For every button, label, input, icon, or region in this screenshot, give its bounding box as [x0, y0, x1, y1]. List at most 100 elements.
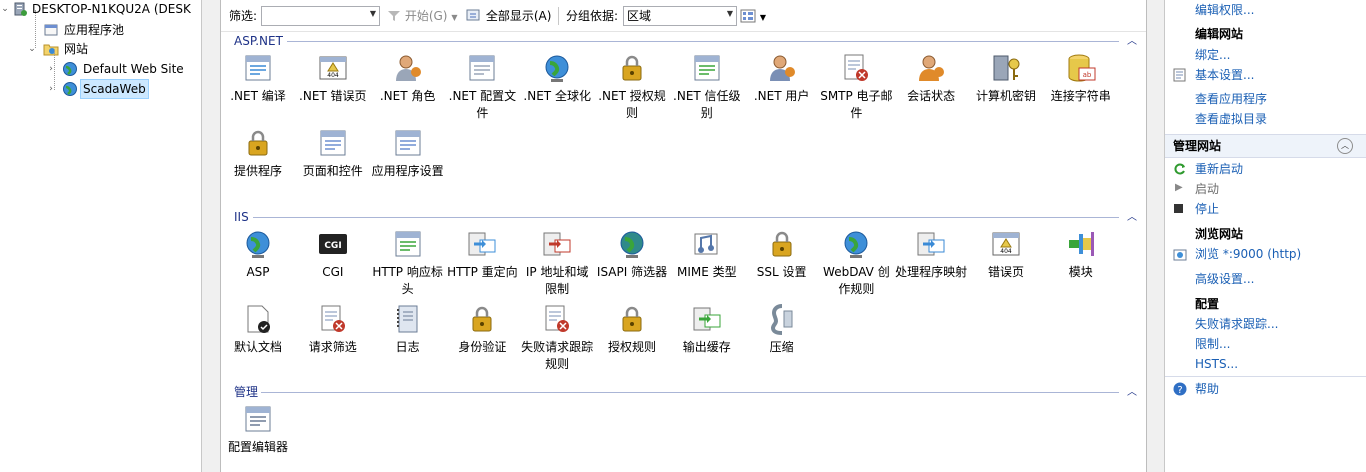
failed-trace-link[interactable]: 失败请求跟踪... [1195, 314, 1278, 334]
connections-tree: ⌄ DESKTOP-N1KQU2A (DESK 应用程序池 ⌄ 网站 › Def… [0, 0, 202, 472]
feature-asp[interactable]: ASP [221, 228, 295, 306]
feature-handlers[interactable]: 处理程序映射 [894, 228, 968, 306]
feature-session[interactable]: 会话状态 [894, 52, 968, 130]
filter-combo[interactable]: ▼ [261, 6, 380, 26]
manage-site-header[interactable]: 管理网站 ︿ [1165, 134, 1366, 158]
feature-trust[interactable]: .NET 信任级别 [670, 52, 744, 130]
feature-label: 提供程序 [233, 164, 282, 178]
feature-redirect[interactable]: HTTP 重定向 [445, 228, 519, 306]
feature-profile[interactable]: .NET 配置文件 [445, 52, 519, 130]
advanced-settings-link[interactable]: 高级设置... [1195, 269, 1254, 289]
feature-label: 授权规则 [607, 340, 656, 354]
edit-permissions-link[interactable]: 编辑权限... [1195, 0, 1254, 20]
hsts-link[interactable]: HSTS... [1195, 354, 1238, 374]
feature-label: ASP [246, 265, 270, 279]
feature-users[interactable]: .NET 用户 [745, 52, 819, 130]
feature-reqfilter[interactable]: 请求筛选 [296, 303, 370, 381]
view-virtual-dirs-link[interactable]: 查看虚拟目录 [1195, 109, 1267, 129]
section-title: ASP.NET [234, 34, 283, 48]
feature-modules[interactable]: 模块 [1044, 228, 1118, 306]
feature-smtp[interactable]: SMTP 电子邮件 [819, 52, 893, 130]
users-icon [769, 55, 795, 81]
feature-connstr[interactable]: ab 连接字符串 [1044, 52, 1118, 130]
feature-iprestrict[interactable]: IP 地址和域限制 [520, 228, 594, 306]
section-collapse-icon[interactable]: ︿ [1127, 208, 1137, 223]
feature-logging[interactable]: 日志 [371, 303, 445, 381]
basic-settings-link[interactable]: 基本设置... [1195, 65, 1254, 85]
roles-icon [395, 55, 421, 81]
feature-label: 请求筛选 [308, 340, 357, 354]
svg-text:CGI: CGI [324, 241, 341, 251]
feature-cgi[interactable]: CGI CGI [296, 228, 370, 306]
feature-pages[interactable]: 页面和控件 [296, 127, 370, 205]
feature-key[interactable]: 计算机密钥 [969, 52, 1043, 130]
feature-mime[interactable]: MIME 类型 [670, 228, 744, 306]
collapse-up-icon[interactable]: ︿ [1337, 138, 1353, 154]
globe-icon [63, 62, 77, 76]
group-by-combo[interactable]: 区域 ▼ [623, 6, 737, 26]
feature-label: SMTP 电子邮件 [820, 89, 893, 120]
feature-label: MIME 类型 [676, 265, 737, 279]
trust-icon [694, 55, 720, 81]
section-header-1[interactable]: IIS ︿ [221, 209, 1146, 225]
feature-ssl[interactable]: SSL 设置 [745, 228, 819, 306]
feature-label: CGI [322, 265, 344, 279]
dropdown-arrow-icon: ▼ [726, 9, 733, 18]
feature-compile[interactable]: .NET 编译 [221, 52, 295, 130]
feature-auth[interactable]: .NET 授权规则 [595, 52, 669, 130]
feature-error404[interactable]: 404 错误页 [969, 228, 1043, 306]
feature-configeditor[interactable]: 配置编辑器 [221, 403, 295, 472]
globe-icon [545, 55, 569, 82]
feature-failedtrace[interactable]: 失败请求跟踪规则 [520, 303, 594, 381]
start-filter-button[interactable]: 开始(G) ▼ [387, 6, 457, 26]
view-mode-button[interactable]: ▼ [740, 6, 766, 26]
limits-link[interactable]: 限制... [1195, 334, 1230, 354]
feature-isapi[interactable]: ISAPI 筛选器 [595, 228, 669, 306]
feature-outputcache[interactable]: 输出缓存 [670, 303, 744, 381]
ssl-icon [772, 231, 792, 257]
feature-error404[interactable]: 404 .NET 错误页 [296, 52, 370, 130]
feature-defaultdoc[interactable]: 默认文档 [221, 303, 295, 381]
view-applications-link[interactable]: 查看应用程序 [1195, 89, 1267, 109]
section-header-0[interactable]: ASP.NET ︿ [221, 33, 1146, 49]
feature-authz[interactable]: 授权规则 [595, 303, 669, 381]
feature-label: 处理程序映射 [895, 265, 968, 279]
feature-label: .NET 授权规则 [598, 89, 666, 120]
feature-label: 日志 [395, 340, 420, 354]
bindings-link[interactable]: 绑定... [1195, 45, 1230, 65]
filter-label: 筛选: [229, 9, 258, 23]
connstr-icon: ab [1068, 54, 1096, 82]
svg-text:?: ? [1177, 385, 1182, 396]
error404-icon: 404 [992, 232, 1020, 256]
feature-headers[interactable]: HTTP 响应标头 [371, 228, 445, 306]
feature-globe[interactable]: .NET 全球化 [520, 52, 594, 130]
stop-link[interactable]: 停止 [1195, 199, 1219, 219]
feature-label: .NET 错误页 [299, 89, 367, 103]
asp-icon [246, 231, 270, 258]
feature-appsettings[interactable]: 应用程序设置 [371, 127, 445, 205]
feature-webdav[interactable]: WebDAV 创作规则 [819, 228, 893, 306]
settings-page-icon [1173, 68, 1186, 82]
dropdown-arrow-icon: ▼ [369, 9, 376, 18]
feature-roles[interactable]: .NET 角色 [371, 52, 445, 130]
server-icon [14, 2, 27, 16]
start-link[interactable]: 启动 [1195, 179, 1219, 199]
section-collapse-icon[interactable]: ︿ [1127, 383, 1137, 398]
restart-link[interactable]: 重新启动 [1195, 159, 1243, 179]
feature-label: .NET 全球化 [523, 89, 591, 103]
feature-label: 页面和控件 [302, 164, 363, 178]
feature-compress[interactable]: 压缩 [745, 303, 819, 381]
section-collapse-icon[interactable]: ︿ [1127, 32, 1137, 47]
svg-text:ab: ab [1082, 71, 1091, 79]
feature-label: 会话状态 [907, 89, 956, 103]
browse-link[interactable]: 浏览 *:9000 (http) [1195, 244, 1301, 264]
outputcache-icon [693, 307, 721, 331]
collapse-arrow-icon[interactable]: ⌄ [0, 0, 10, 18]
feature-authn[interactable]: 身份验证 [445, 303, 519, 381]
show-all-button[interactable]: 全部显示(A) [466, 6, 551, 26]
help-link[interactable]: 帮助 [1195, 379, 1219, 399]
section-header-2[interactable]: 管理 ︿ [221, 384, 1146, 400]
auth-icon [622, 55, 642, 81]
feature-providers[interactable]: 提供程序 [221, 127, 295, 205]
providers-icon [248, 130, 268, 156]
